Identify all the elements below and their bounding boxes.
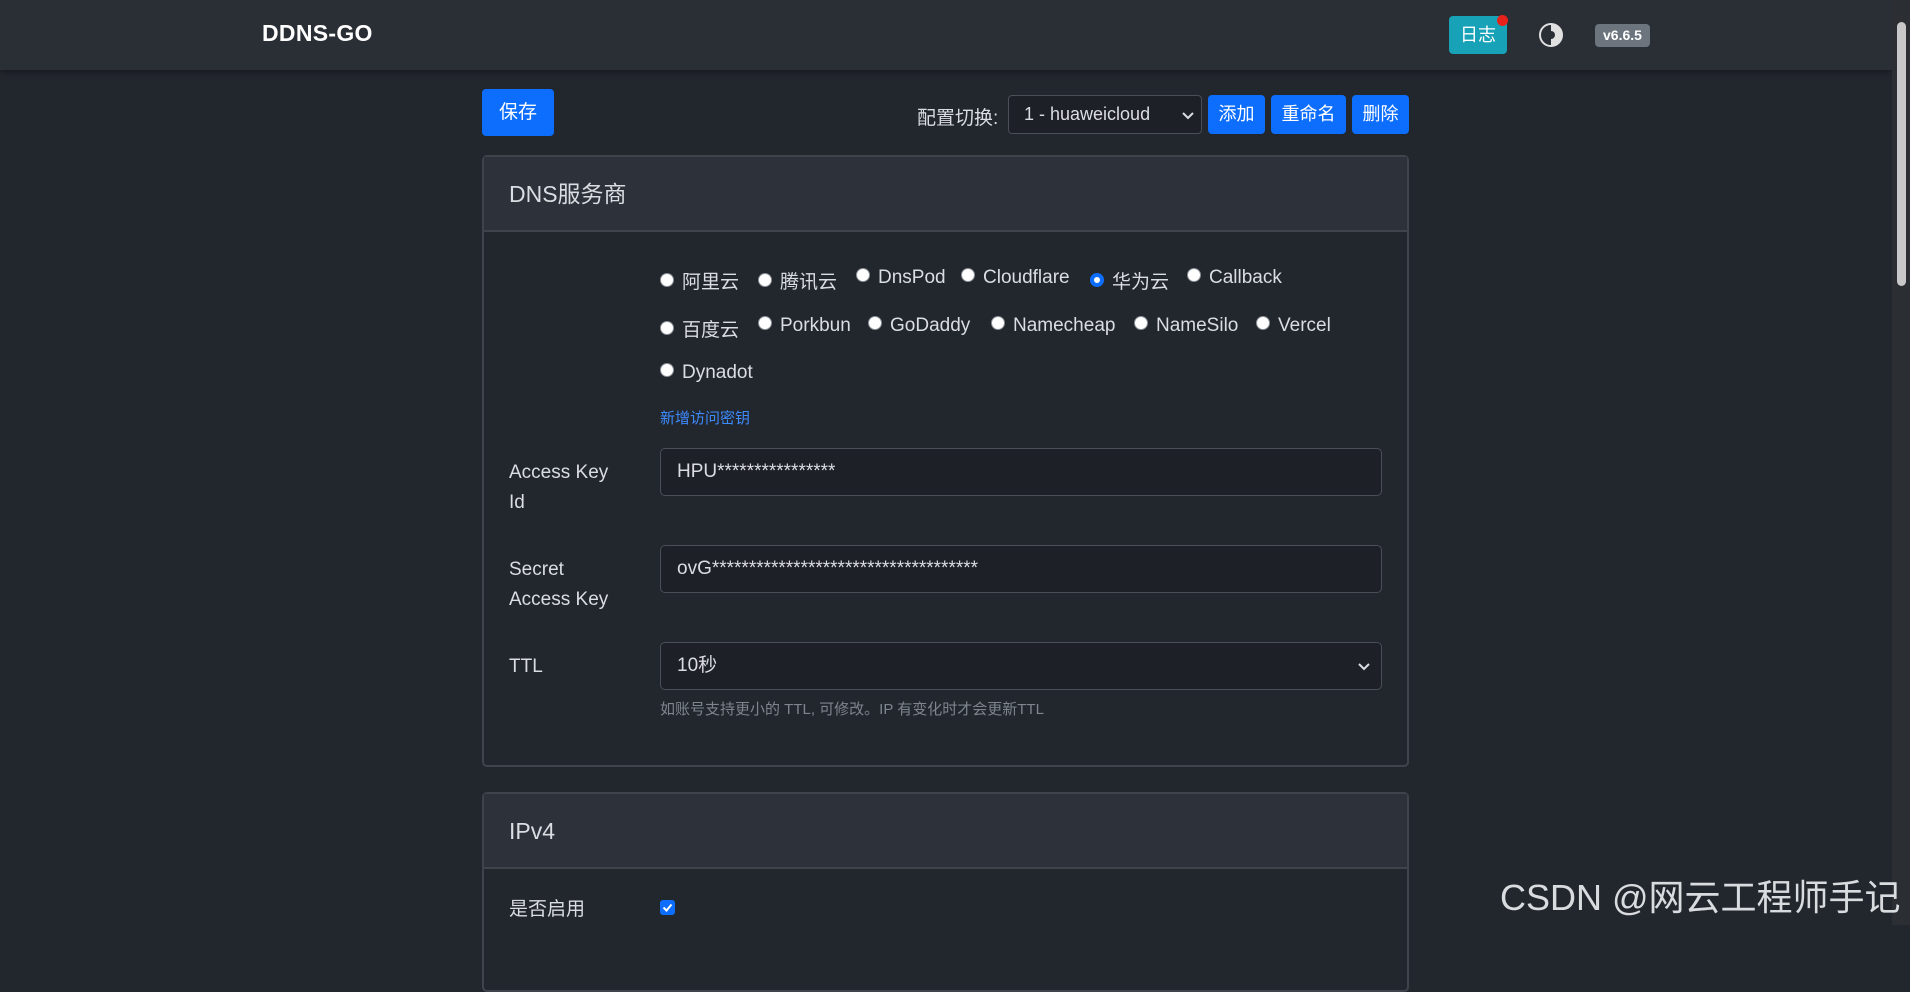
provider-label: NameSilo [1156, 315, 1239, 336]
provider-option[interactable]: GoDaddy [868, 315, 970, 337]
dns-card-title: DNS服务商 [484, 157, 1407, 232]
provider-option[interactable]: Cloudflare [961, 267, 1070, 289]
ipv4-card: IPv4 [482, 792, 1409, 992]
ttl-select[interactable]: 10秒 [660, 642, 1382, 690]
ttl-select-value: 10秒 [677, 655, 718, 676]
config-select[interactable]: 1 - huaweicloud [1008, 95, 1202, 134]
chevron-down-icon [1358, 663, 1370, 671]
provider-option[interactable]: Namecheap [991, 315, 1115, 337]
radio-button[interactable] [856, 268, 870, 282]
radio-button[interactable] [660, 321, 674, 335]
provider-label: Cloudflare [983, 267, 1070, 288]
access-key-id-input[interactable]: HPU**************** [660, 448, 1382, 496]
scrollbar-thumb[interactable] [1897, 22, 1906, 286]
radio-button[interactable] [660, 273, 674, 287]
add-config-button[interactable]: 添加 [1208, 95, 1265, 134]
add-access-key-link[interactable]: 新增访问密钥 [660, 407, 750, 428]
label-line: Id [509, 492, 525, 513]
provider-label: GoDaddy [890, 315, 971, 336]
ipv4-enable-checkbox[interactable] [660, 900, 675, 915]
provider-option[interactable]: NameSilo [1134, 315, 1238, 337]
provider-label: 阿里云 [682, 272, 740, 293]
secret-access-key-input[interactable]: ovG************************************ [660, 545, 1382, 593]
log-button-label: 日志 [1460, 25, 1496, 45]
config-select-value: 1 - huaweicloud [1024, 104, 1151, 124]
version-badge: v6.6.5 [1595, 24, 1650, 47]
label-line: Access Key [509, 589, 609, 610]
app-brand[interactable]: DDNS-GO [262, 20, 373, 47]
radio-button[interactable] [961, 268, 975, 282]
provider-option[interactable]: 阿里云 [660, 267, 739, 294]
radio-button[interactable] [991, 316, 1005, 330]
provider-label: Callback [1209, 267, 1282, 288]
log-button[interactable]: 日志 [1449, 15, 1508, 54]
config-switch-label: 配置切换: [917, 108, 999, 129]
provider-option[interactable]: DnsPod [856, 267, 946, 289]
provider-option[interactable]: 华为云 [1090, 267, 1169, 294]
provider-label: DnsPod [878, 267, 946, 288]
label-line: Access Key [509, 462, 609, 483]
chevron-down-icon [1182, 112, 1194, 120]
theme-toggle-icon[interactable] [1538, 22, 1564, 48]
ipv4-card-title: IPv4 [484, 794, 1407, 869]
ttl-help-text: 如账号支持更小的 TTL, 可修改。IP 有变化时才会更新TTL [660, 701, 1044, 718]
provider-option[interactable]: 百度云 [660, 315, 739, 342]
provider-label: 百度云 [682, 320, 740, 341]
provider-option[interactable]: Vercel [1256, 315, 1331, 337]
radio-button[interactable] [758, 316, 772, 330]
provider-option[interactable]: Callback [1187, 267, 1282, 289]
provider-label: 腾讯云 [780, 272, 838, 293]
top-navbar: DDNS-GO 日志 v6.6.5 [0, 0, 1892, 70]
radio-button[interactable] [1187, 268, 1201, 282]
provider-option[interactable]: Porkbun [758, 315, 851, 337]
provider-label: Dynadot [682, 362, 753, 383]
provider-option[interactable]: 腾讯云 [758, 267, 837, 294]
notification-dot [1497, 15, 1508, 26]
provider-label: 华为云 [1112, 272, 1170, 293]
rename-config-button[interactable]: 重命名 [1271, 95, 1346, 134]
ttl-label: TTL [509, 656, 543, 677]
radio-button[interactable] [758, 273, 772, 287]
radio-button-selected[interactable] [1090, 273, 1104, 287]
label-line: Secret [509, 559, 564, 580]
radio-button[interactable] [868, 316, 882, 330]
provider-label: Porkbun [780, 315, 851, 336]
provider-label: Vercel [1278, 315, 1331, 336]
delete-config-button[interactable]: 删除 [1352, 95, 1409, 134]
check-icon [662, 903, 673, 912]
provider-label: Namecheap [1013, 315, 1116, 336]
provider-option[interactable]: Dynadot [660, 362, 753, 384]
radio-button[interactable] [660, 363, 674, 377]
access-key-id-label: Access Key Id [509, 458, 608, 518]
watermark: CSDN @网云工程师手记 [1500, 877, 1901, 918]
radio-button[interactable] [1256, 316, 1270, 330]
radio-button[interactable] [1134, 316, 1148, 330]
save-button[interactable]: 保存 [482, 89, 554, 136]
page-scrollbar[interactable] [1892, 0, 1910, 925]
ipv4-enable-label: 是否启用 [509, 899, 586, 920]
secret-access-key-label: Secret Access Key [509, 555, 608, 615]
